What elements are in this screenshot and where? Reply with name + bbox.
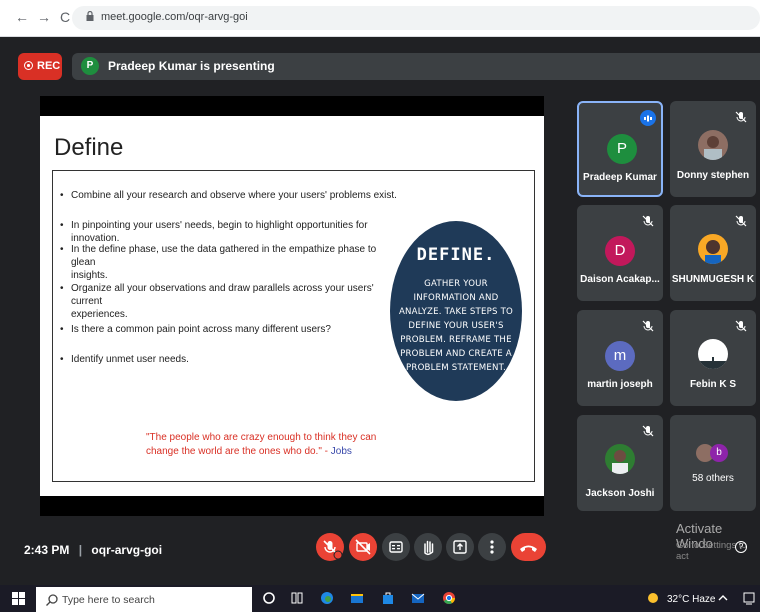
define-description: GATHER YOUR INFORMATION AND ANALYZE. TAK… — [398, 279, 514, 373]
rec-label: REC — [37, 60, 61, 72]
mic-off-icon — [323, 540, 343, 560]
captions-button[interactable] — [382, 533, 410, 561]
mic-off-icon — [735, 111, 747, 123]
participant-tile-donny[interactable]: Donny stephen — [670, 101, 756, 197]
participant-name: Pradeep Kumar — [583, 172, 657, 183]
present-icon — [453, 540, 467, 554]
store-icon[interactable] — [381, 591, 395, 605]
mic-off-icon — [735, 320, 747, 332]
mic-toggle-button[interactable] — [316, 533, 344, 561]
participant-name: Febin K S — [689, 379, 737, 390]
activate-windows-subtitle: Go to Settings to act — [676, 540, 747, 562]
url-text[interactable]: meet.google.com/oqr-arvg-goi — [101, 11, 248, 23]
slide-bullet: In pinpointing your users' needs, begin … — [60, 219, 400, 245]
lock-icon — [86, 11, 94, 21]
hand-icon — [424, 540, 434, 556]
participant-tile-jackson[interactable]: Jackson Joshi — [577, 415, 663, 511]
chrome-icon[interactable] — [442, 591, 456, 605]
windows-start-icon[interactable] — [12, 592, 26, 606]
participant-tile-daison[interactable]: D Daison Acakap... — [577, 205, 663, 301]
cortana-icon[interactable] — [262, 591, 276, 605]
reload-icon[interactable]: C — [57, 9, 73, 25]
participant-name: Jackson Joshi — [585, 488, 655, 499]
mic-off-icon — [642, 215, 654, 227]
phone-hangup-icon — [520, 545, 537, 552]
slide-bullet: Identify unmet user needs. — [60, 353, 400, 366]
raise-hand-button[interactable] — [414, 533, 442, 561]
slide-quote: "The people who are crazy enough to thin… — [146, 432, 377, 457]
presenter-text: Pradeep Kumar is presenting — [108, 59, 275, 73]
slide-title: Define — [54, 134, 124, 161]
clock-time: 2:43 PM — [24, 543, 70, 557]
avatar — [698, 339, 728, 369]
file-explorer-icon[interactable] — [350, 591, 364, 605]
search-icon — [46, 594, 58, 606]
avatar — [698, 130, 728, 160]
slide-bullet: Organize all your observations and draw … — [60, 282, 400, 321]
mic-off-icon — [642, 320, 654, 332]
camera-off-icon — [355, 539, 371, 555]
forward-arrow-icon[interactable]: → — [36, 9, 52, 25]
notifications-icon[interactable] — [742, 591, 756, 605]
taskbar-search-placeholder[interactable]: Type here to search — [62, 594, 155, 606]
more-vert-icon — [490, 540, 494, 554]
define-heading: DEFINE. — [416, 245, 496, 265]
camera-toggle-button[interactable] — [349, 533, 377, 561]
others-count: 58 others — [692, 473, 734, 484]
present-button[interactable] — [446, 533, 474, 561]
avatar — [698, 234, 728, 264]
avatar: m — [605, 341, 635, 371]
edge-browser-icon[interactable] — [320, 591, 334, 605]
slide-bullet: In the define phase, use the data gather… — [60, 243, 400, 282]
meeting-code: oqr-arvg-goi — [91, 543, 163, 557]
participant-name: SHUNMUGESH K — [671, 274, 755, 285]
participant-tile-martin[interactable]: m martin joseph — [577, 310, 663, 406]
task-view-icon[interactable] — [290, 591, 304, 605]
participant-tile-febin[interactable]: Febin K S — [670, 310, 756, 406]
slide-bullet: Is there a common pain point across many… — [60, 323, 400, 336]
avatar: b — [710, 444, 728, 462]
mic-off-icon — [735, 215, 747, 227]
participant-tile-others[interactable]: b 58 others — [670, 415, 756, 511]
captions-icon — [389, 541, 403, 553]
avatar: D — [605, 236, 635, 266]
help-icon[interactable]: ? — [735, 541, 747, 553]
chevron-up-icon[interactable] — [716, 591, 730, 605]
participant-name: Daison Acakap... — [580, 274, 660, 285]
participant-tile-pradeep[interactable]: P Pradeep Kumar — [577, 101, 663, 197]
end-call-button[interactable] — [511, 533, 546, 561]
separator: | — [78, 543, 83, 557]
avatar — [605, 444, 635, 474]
recording-badge: REC — [18, 53, 62, 80]
more-options-button[interactable] — [478, 533, 506, 561]
weather-text[interactable]: 32°C Haze — [667, 594, 715, 605]
mail-icon[interactable] — [411, 591, 425, 605]
presenter-avatar: P — [81, 57, 99, 75]
back-arrow-icon[interactable]: ← — [14, 9, 30, 25]
avatar: P — [607, 134, 637, 164]
participant-name: Donny stephen — [676, 170, 750, 181]
speaking-indicator-icon — [640, 110, 656, 126]
participant-name: martin joseph — [587, 379, 653, 390]
meeting-info: 2:43 PM | oqr-arvg-goi — [24, 543, 162, 557]
record-icon — [24, 61, 33, 70]
mic-off-icon — [642, 425, 654, 437]
weather-haze-icon[interactable] — [646, 591, 660, 605]
slide-bullet: Combine all your research and observe wh… — [60, 189, 400, 202]
participant-tile-shunmugesh[interactable]: SHUNMUGESH K — [670, 205, 756, 301]
